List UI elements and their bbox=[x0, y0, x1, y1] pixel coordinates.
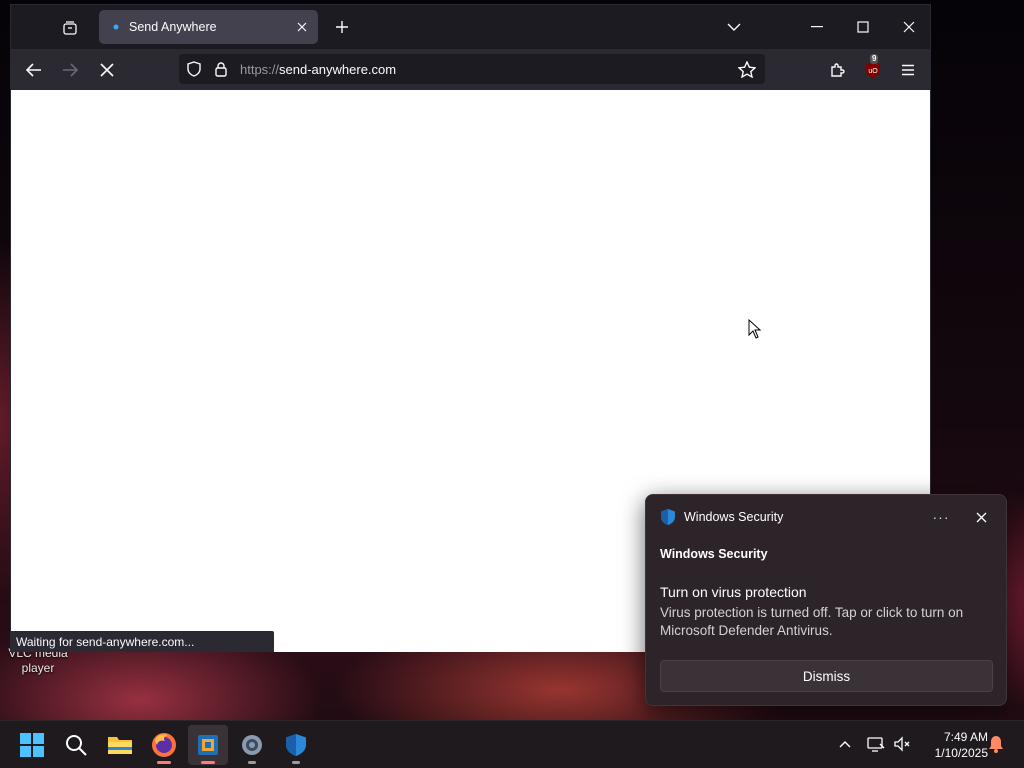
tab-title: Send Anywhere bbox=[129, 20, 217, 34]
svg-text:uO: uO bbox=[868, 68, 878, 75]
stop-loading-icon[interactable] bbox=[93, 56, 121, 84]
system-clock[interactable]: 7:49 AM 1/10/2025 bbox=[918, 729, 988, 761]
file-explorer-icon[interactable] bbox=[100, 725, 140, 765]
dismiss-button[interactable]: Dismiss bbox=[660, 660, 993, 692]
firefox-icon[interactable] bbox=[144, 725, 184, 765]
tab-close-icon[interactable] bbox=[294, 19, 310, 35]
settings-icon[interactable] bbox=[232, 725, 272, 765]
toast-body: Virus protection is turned off. Tap or c… bbox=[660, 605, 964, 638]
clock-time: 7:49 AM bbox=[943, 730, 988, 744]
windows-security-icon[interactable] bbox=[276, 725, 316, 765]
windows-security-shield-icon bbox=[660, 508, 676, 526]
mouse-cursor-icon bbox=[748, 319, 762, 339]
tab-bar: Send Anywhere bbox=[11, 5, 930, 49]
menu-hamburger-icon[interactable] bbox=[894, 56, 922, 84]
running-indicator bbox=[201, 761, 215, 764]
notification-bell-icon[interactable] bbox=[986, 734, 1006, 754]
tracking-protection-shield-icon[interactable] bbox=[184, 59, 204, 79]
chevron-down-icon[interactable] bbox=[723, 16, 745, 38]
search-icon[interactable] bbox=[56, 725, 96, 765]
volume-muted-icon[interactable] bbox=[892, 734, 912, 754]
extensions-puzzle-icon[interactable] bbox=[823, 56, 851, 84]
network-icon[interactable] bbox=[866, 734, 886, 754]
bookmark-star-icon[interactable] bbox=[737, 59, 757, 79]
lock-icon[interactable] bbox=[211, 59, 231, 79]
tab-list-icon[interactable] bbox=[57, 15, 83, 41]
windows-security-notification[interactable]: Windows Security ··· Windows Security Tu… bbox=[645, 494, 1007, 706]
status-bar: Waiting for send-anywhere.com... bbox=[11, 631, 274, 652]
maximize-icon[interactable] bbox=[848, 13, 878, 41]
extension-badge: 9 bbox=[870, 54, 879, 64]
toast-header-title: Windows Security bbox=[684, 510, 784, 524]
url-bar[interactable]: https://send-anywhere.com bbox=[179, 54, 765, 84]
toast-close-icon[interactable] bbox=[969, 505, 993, 529]
minimize-icon[interactable] bbox=[802, 13, 832, 41]
toast-header: Windows Security bbox=[660, 508, 783, 526]
url-host: send-anywhere.com bbox=[279, 62, 397, 77]
running-indicator bbox=[157, 761, 171, 764]
forward-arrow-icon[interactable] bbox=[56, 56, 84, 84]
toast-title: Turn on virus protection bbox=[660, 584, 807, 600]
clock-date: 1/10/2025 bbox=[934, 746, 988, 760]
taskbar: 7:49 AM 1/10/2025 bbox=[0, 720, 1024, 768]
tab-send-anywhere[interactable]: Send Anywhere bbox=[99, 10, 318, 44]
virtualbox-icon[interactable] bbox=[188, 725, 228, 765]
navigation-toolbar: https://send-anywhere.com uO 9 bbox=[11, 49, 930, 90]
start-icon[interactable] bbox=[12, 725, 52, 765]
toast-app-name: Windows Security bbox=[660, 547, 768, 561]
new-tab-icon[interactable] bbox=[331, 16, 353, 38]
window-close-icon[interactable] bbox=[894, 13, 924, 41]
running-indicator bbox=[292, 761, 300, 764]
more-options-icon[interactable]: ··· bbox=[928, 505, 954, 529]
url-protocol: https:// bbox=[240, 62, 280, 77]
back-arrow-icon[interactable] bbox=[20, 56, 48, 84]
chevron-up-icon[interactable] bbox=[835, 734, 855, 754]
loading-favicon-icon bbox=[111, 22, 121, 32]
running-indicator bbox=[248, 761, 256, 764]
url-text[interactable]: https://send-anywhere.com bbox=[240, 62, 396, 77]
